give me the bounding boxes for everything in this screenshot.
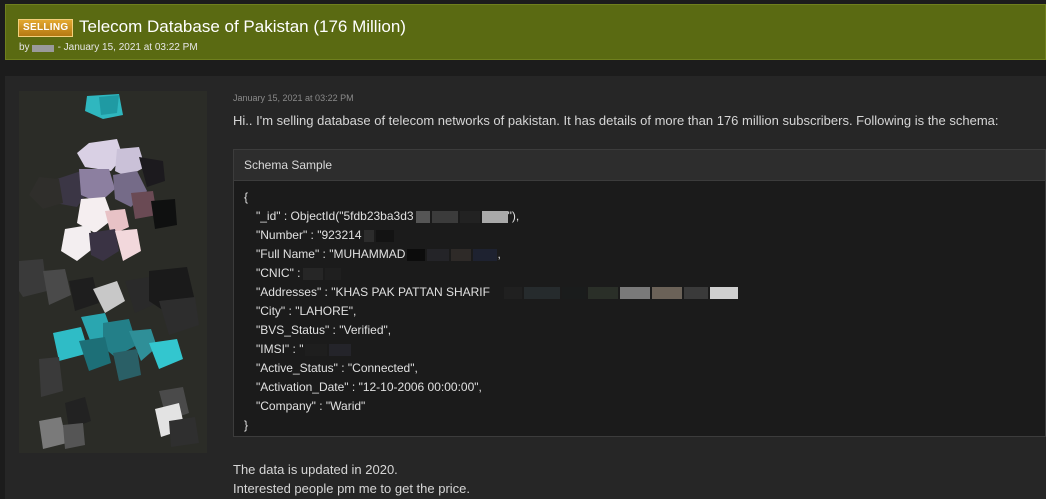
schema-code-block: Schema Sample { "_id" : ObjectId("5fdb23…: [233, 149, 1046, 437]
redaction-block: [427, 248, 450, 261]
code-text: "Active_Status" : "Connected",: [256, 361, 418, 375]
thread-meta: by - January 15, 2021 at 03:22 PM: [19, 41, 198, 55]
by-label: by: [19, 42, 30, 53]
redaction-block: [431, 210, 458, 223]
code-text: "Addresses" : "KHAS PAK PATTAN SHARIF: [256, 285, 490, 299]
code-text: "City" : "LAHORE",: [256, 304, 357, 318]
code-line: "Number" : "923214: [244, 226, 1045, 245]
thread-title[interactable]: Telecom Database of Pakistan (176 Millio…: [79, 16, 406, 38]
redaction-block: [561, 286, 586, 299]
redaction-block: [651, 286, 682, 299]
redaction-block: [329, 343, 352, 356]
redaction-block: [473, 248, 498, 261]
code-line: "Company" : "Warid": [244, 397, 1045, 416]
thread-header: SELLING Telecom Database of Pakistan (17…: [5, 4, 1046, 60]
code-text: ,: [497, 247, 501, 261]
code-line: "Activation_Date" : "12-10-2006 00:00:00…: [244, 378, 1045, 397]
code-text: "BVS_Status" : "Verified",: [256, 323, 392, 337]
footer-line-2: Interested people pm me to get the price…: [233, 481, 471, 496]
code-body: { "_id" : ObjectId("5fdb23ba3d3 "), "Numb…: [234, 181, 1045, 435]
code-block-title: Schema Sample: [234, 150, 1045, 181]
redaction-block: [375, 229, 394, 242]
code-text: {: [244, 190, 249, 204]
post-date: January 15, 2021 at 03:22 PM: [233, 93, 354, 103]
post-footer: The data is updated in 2020. Interested …: [233, 460, 470, 498]
redaction-block: [503, 286, 522, 299]
code-text: }: [244, 418, 249, 432]
selling-badge: SELLING: [18, 19, 74, 37]
redaction-block: [302, 267, 323, 280]
code-line: "City" : "LAHORE",: [244, 302, 1045, 321]
redaction-block: [363, 229, 374, 242]
code-text: "CNIC" :: [256, 266, 301, 280]
code-line: "Addresses" : "KHAS PAK PATTAN SHARIF: [244, 283, 1045, 302]
redaction-block: [683, 286, 708, 299]
code-text: "),: [507, 209, 520, 223]
code-line: }: [244, 416, 1045, 435]
code-line: {: [244, 188, 1045, 207]
code-text: "Activation_Date" : "12-10-2006 00:00:00…: [256, 380, 482, 394]
code-line: "IMSI" : ": [244, 340, 1045, 359]
redaction-block: [415, 210, 430, 223]
pixelated-avatar-image: [19, 91, 207, 453]
redaction-block: [305, 343, 328, 356]
forum-page: SELLING Telecom Database of Pakistan (17…: [0, 0, 1046, 499]
redaction-block: [451, 248, 472, 261]
code-text: "Company" : "Warid": [256, 399, 366, 413]
code-text: "_id" : ObjectId("5fdb23ba3d3: [256, 209, 414, 223]
redaction-block: [709, 286, 738, 299]
code-line: "BVS_Status" : "Verified",: [244, 321, 1045, 340]
redaction-block: [459, 210, 480, 223]
code-text: "Full Name" : "MUHAMMAD: [256, 247, 406, 261]
code-line: "Full Name" : "MUHAMMAD,: [244, 245, 1045, 264]
redaction-block: [324, 267, 341, 280]
redaction-block: [523, 286, 560, 299]
redaction-block: [587, 286, 618, 299]
code-line: "CNIC" :: [244, 264, 1045, 283]
code-text: "IMSI" : ": [256, 342, 304, 356]
redacted-username[interactable]: [31, 44, 54, 52]
code-line: "_id" : ObjectId("5fdb23ba3d3 "),: [244, 207, 1045, 226]
redaction-block: [481, 210, 508, 223]
redaction-block: [619, 286, 650, 299]
thread-date: - January 15, 2021 at 03:22 PM: [57, 42, 198, 53]
redaction-block: [407, 248, 426, 261]
post-intro: Hi.. I'm selling database of telecom net…: [233, 113, 999, 128]
footer-line-1: The data is updated in 2020.: [233, 462, 398, 477]
code-text: "Number" : "923214: [256, 228, 362, 242]
post: January 15, 2021 at 03:22 PM Hi.. I'm se…: [5, 76, 1046, 499]
code-line: "Active_Status" : "Connected",: [244, 359, 1045, 378]
user-avatar[interactable]: [19, 91, 207, 453]
